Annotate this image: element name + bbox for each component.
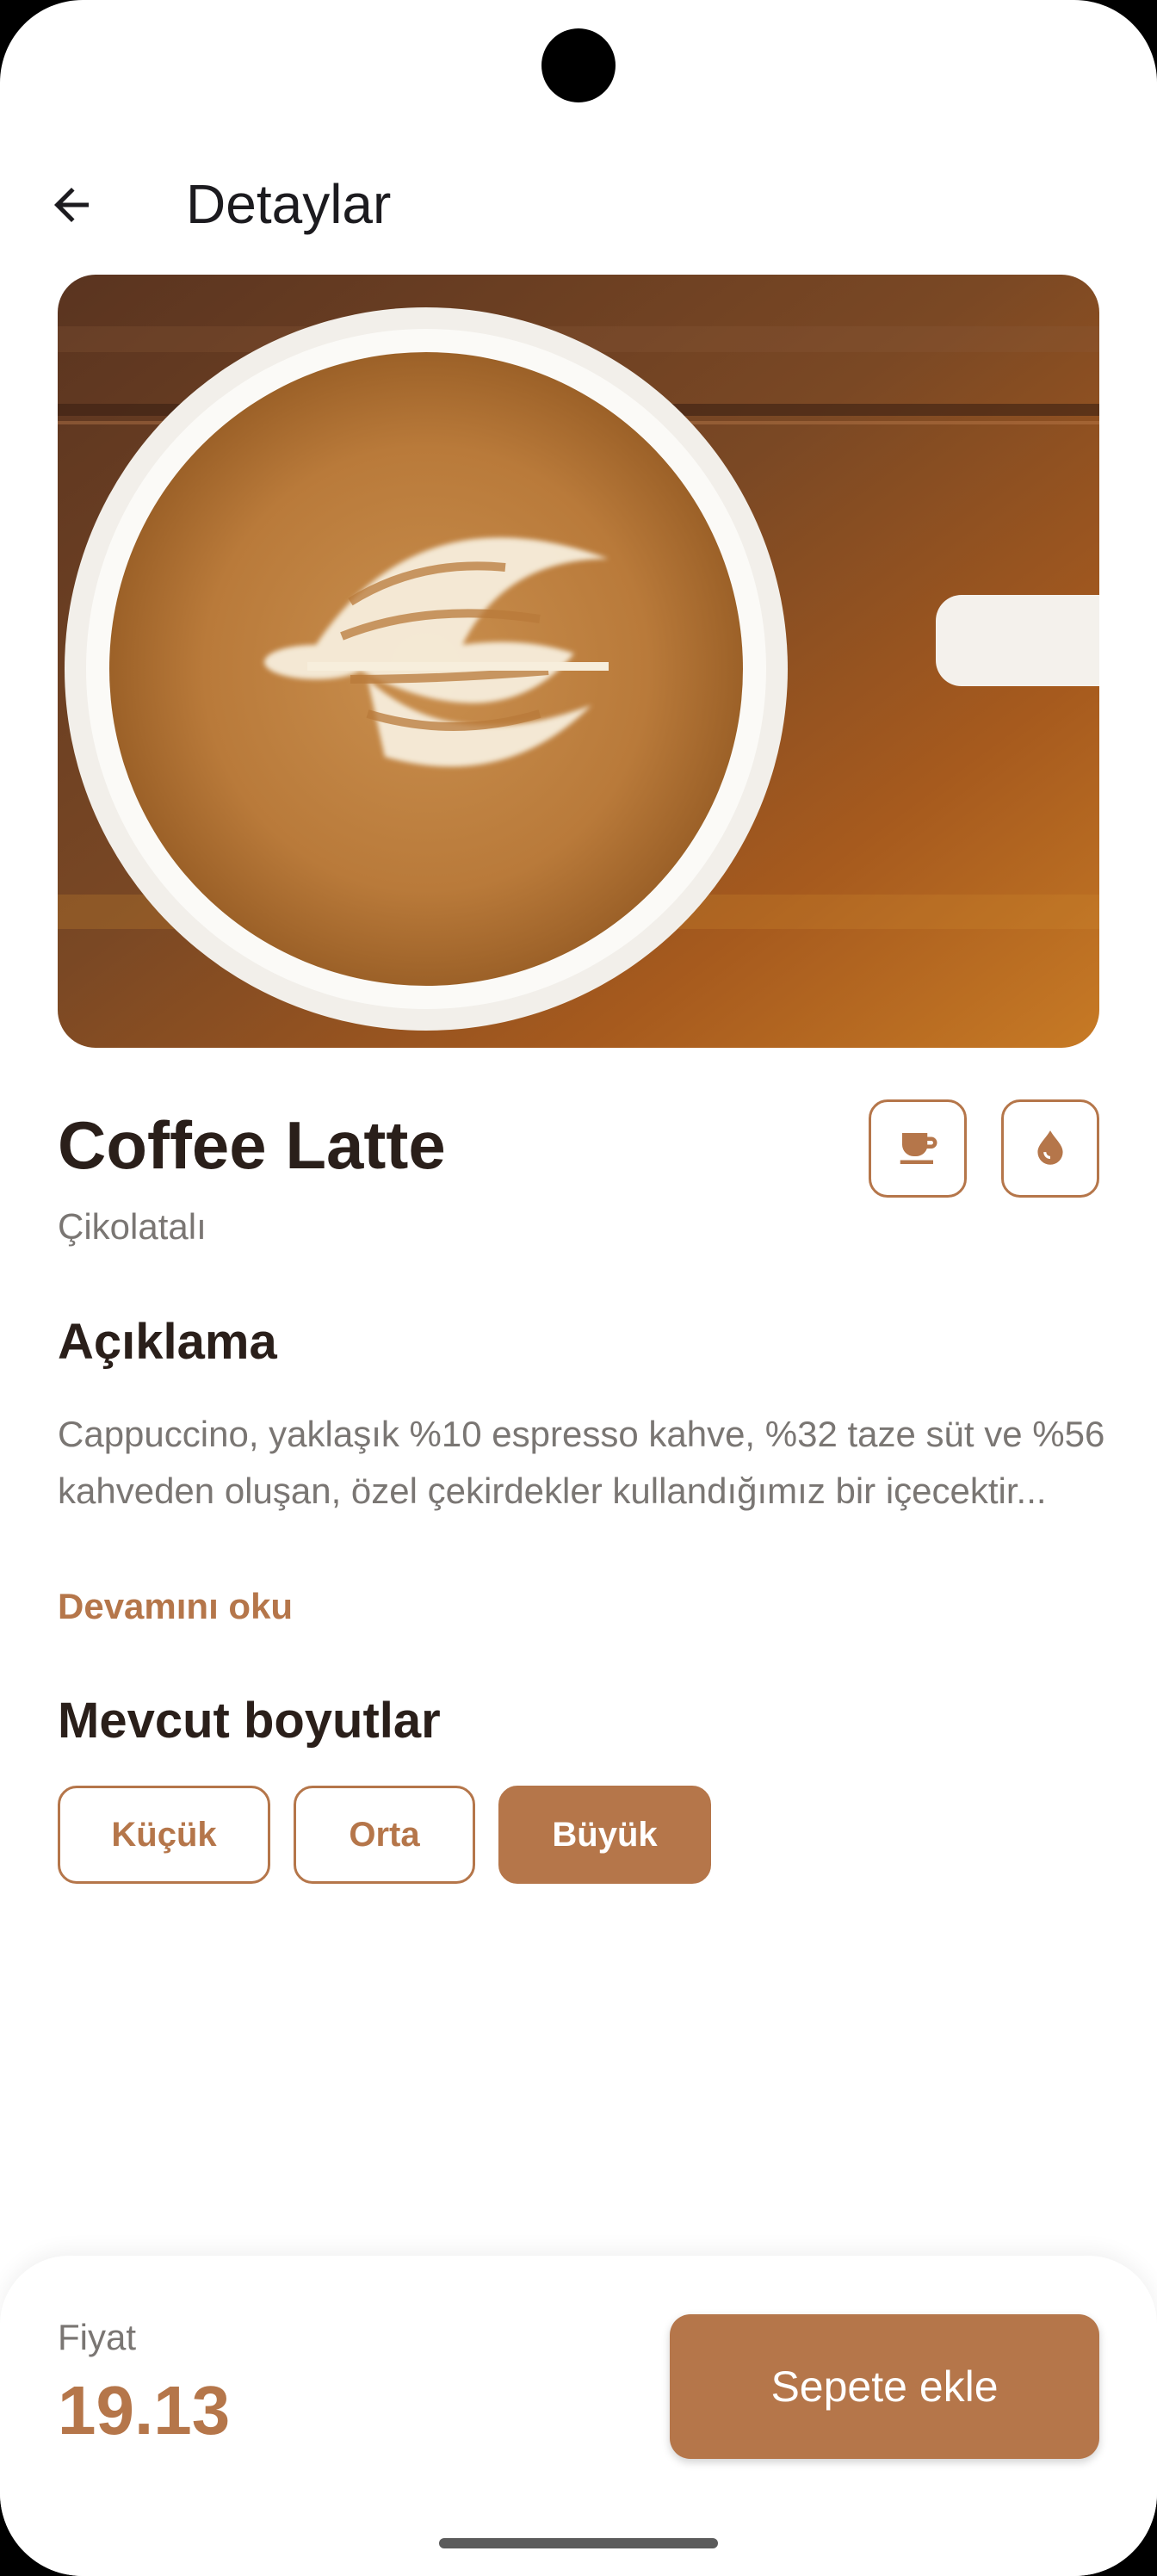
coffee-type-button[interactable]	[869, 1099, 967, 1198]
coffee-cup-icon	[900, 1133, 937, 1164]
app-bar: Detaylar	[0, 146, 1157, 258]
milk-drop-icon	[1037, 1130, 1063, 1165]
price-value: 19.13	[58, 2372, 231, 2449]
phone-screen: Detaylar Coffee Latte Çikolatalı Açıklam…	[0, 0, 1157, 2576]
price-label: Fiyat	[58, 2317, 137, 2357]
product-image	[58, 275, 1099, 1048]
read-more-link[interactable]: Devamını oku	[58, 1578, 293, 1635]
home-indicator[interactable]	[439, 2538, 718, 2548]
product-name: Coffee Latte	[58, 1107, 446, 1183]
product-subtitle: Çikolatalı	[58, 1206, 207, 1247]
checkout-bar: Fiyat 19.13 Sepete ekle	[0, 2256, 1157, 2576]
size-option-medium[interactable]: Orta	[294, 1786, 475, 1884]
milk-type-button[interactable]	[1001, 1099, 1099, 1198]
back-button[interactable]	[34, 168, 108, 242]
add-to-cart-button[interactable]: Sepete ekle	[670, 2314, 1099, 2459]
page-title: Detaylar	[186, 173, 392, 235]
description-text: Cappuccino, yaklaşık %10 espresso kahve,…	[58, 1414, 1105, 1511]
size-option-small[interactable]: Küçük	[58, 1786, 270, 1884]
arrow-left-icon	[54, 188, 89, 222]
description-title: Açıklama	[58, 1314, 277, 1370]
front-camera	[541, 28, 616, 102]
sizes-title: Mevcut boyutlar	[58, 1693, 441, 1749]
size-option-large[interactable]: Büyük	[498, 1786, 711, 1884]
